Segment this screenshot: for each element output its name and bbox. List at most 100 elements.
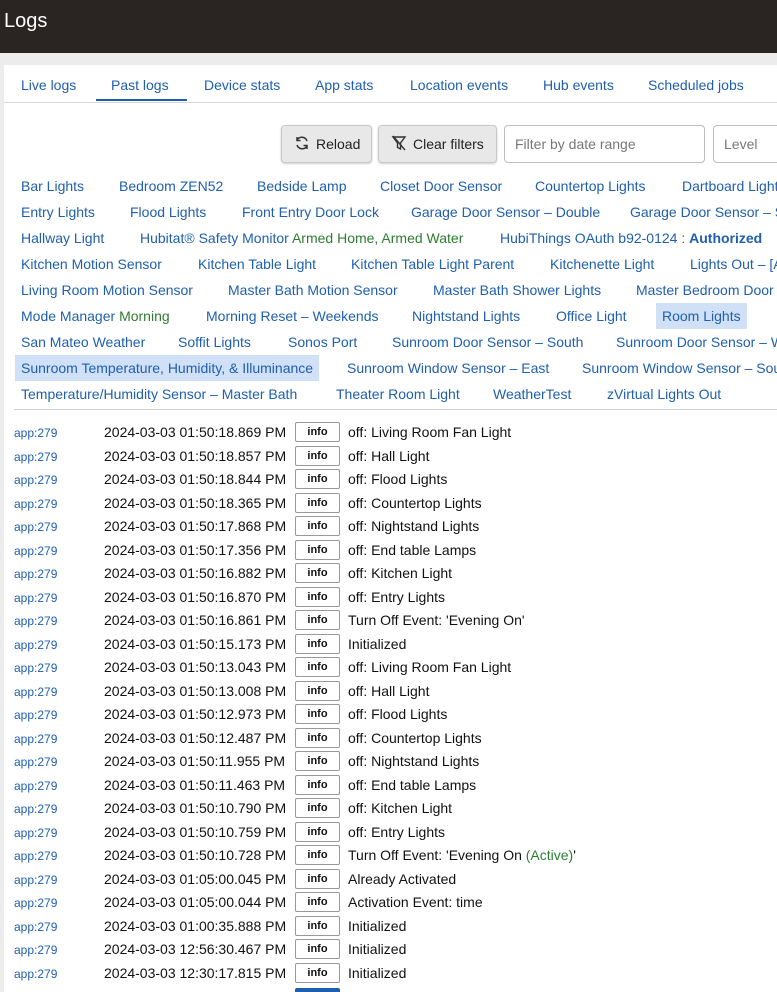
log-source-link[interactable]: app:279 — [14, 426, 57, 440]
log-source-link[interactable]: app:279 — [14, 497, 57, 511]
filter-item[interactable]: HubiThings OAuth b92-0124 : Authorized — [494, 225, 768, 251]
log-source-link[interactable]: app:279 — [14, 661, 57, 675]
filter-item-selected[interactable]: Sunroom Temperature, Humidity, & Illumin… — [15, 355, 320, 381]
filter-item[interactable]: Kitchen Motion Sensor — [15, 251, 168, 277]
log-source-link[interactable]: app:279 — [14, 685, 57, 699]
log-source-link[interactable]: app:279 — [14, 967, 57, 981]
filter-item[interactable]: Countertop Lights — [529, 173, 652, 199]
log-source-link[interactable]: app:279 — [14, 638, 57, 652]
filter-item[interactable]: Bedroom ZEN52 — [113, 173, 229, 199]
log-source-link[interactable]: app:279 — [14, 920, 57, 934]
filter-item[interactable]: Sunroom Window Sensor – Sou — [576, 355, 777, 381]
level-select-value: Level — [724, 136, 758, 152]
log-source-link[interactable]: app:279 — [14, 614, 57, 628]
filter-status: Armed Home, Armed Water — [291, 230, 464, 246]
log-source-link[interactable]: app:279 — [14, 520, 57, 534]
log-timestamp: 2024-03-03 12:56:30.467 PM — [104, 941, 287, 957]
clear-filters-button[interactable]: Clear filters — [378, 125, 497, 163]
tab-past-logs[interactable]: Past logs — [111, 77, 169, 93]
log-message: Initialized — [348, 964, 407, 981]
level-select[interactable]: Level — [713, 125, 777, 163]
log-source-link[interactable]: app:279 — [14, 544, 57, 558]
filter-item[interactable]: zVirtual Lights Out — [601, 381, 727, 407]
filter-item[interactable]: Sunroom Window Sensor – East — [341, 355, 555, 381]
filter-item[interactable]: Nightstand Lights — [406, 303, 526, 329]
log-row: app:279 2024-03-03 12:30:17.815 PM info Ini… — [4, 962, 777, 986]
log-source-link[interactable]: app:279 — [14, 802, 57, 816]
log-row: app:279 2024-03-03 01:50:17.356 PM info off… — [4, 539, 777, 563]
filter-item[interactable]: Dartboard Light — [676, 173, 777, 199]
filter-item[interactable]: San Mateo Weather — [15, 329, 151, 355]
log-source-link[interactable]: app:279 — [14, 779, 57, 793]
log-timestamp: 2024-03-03 01:50:13.043 PM — [104, 659, 287, 675]
filter-item[interactable]: Flood Lights — [124, 199, 212, 225]
log-timestamp: 2024-03-03 01:50:10.728 PM — [104, 847, 287, 863]
refresh-icon — [294, 135, 316, 154]
filter-item[interactable]: Lights Out – [A — [684, 251, 777, 277]
app-header: Logs — [0, 0, 777, 53]
filter-item[interactable]: Bar Lights — [15, 173, 90, 199]
log-source-link[interactable]: app:279 — [14, 849, 57, 863]
filter-item[interactable]: Master Bedroom Door — [630, 277, 777, 303]
log-level-badge: info — [295, 774, 340, 795]
log-source-link[interactable]: app:279 — [14, 943, 57, 957]
filter-item[interactable]: Soffit Lights — [172, 329, 257, 355]
filter-item[interactable]: Hallway Light — [15, 225, 110, 251]
filter-item[interactable]: Front Entry Door Lock — [236, 199, 385, 225]
log-level-badge: info — [295, 962, 340, 983]
filter-item[interactable]: Living Room Motion Sensor — [15, 277, 199, 303]
reload-button[interactable]: Reload — [281, 125, 372, 163]
log-timestamp: 2024-03-03 01:50:15.173 PM — [104, 635, 287, 652]
filter-item[interactable]: WeatherTest — [487, 381, 577, 407]
filter-item-selected[interactable]: Room Lights — [656, 303, 747, 329]
log-source-link[interactable]: app:279 — [14, 755, 57, 769]
log-row: app:279 2024-03-03 01:05:00.044 PM info Act… — [4, 891, 777, 915]
tab-location-events[interactable]: Location events — [410, 77, 508, 93]
filter-item[interactable]: Hubitat® Safety Monitor Armed Home, Arme… — [134, 225, 469, 251]
filter-item[interactable]: Sunroom Door Sensor – South — [386, 329, 589, 355]
filter-item[interactable]: Morning Reset – Weekends — [200, 303, 385, 329]
filter-item[interactable]: Closet Door Sensor — [374, 173, 508, 199]
filter-item[interactable]: Master Bath Motion Sensor — [222, 277, 404, 303]
log-timestamp: 2024-03-03 01:50:12.973 PM — [104, 706, 287, 722]
tab-scheduled-jobs[interactable]: Scheduled jobs — [648, 77, 744, 93]
filter-item[interactable]: Garage Door Sensor – S — [624, 199, 777, 225]
filter-item[interactable]: Mode Manager Morning — [15, 303, 176, 329]
tab-device-stats[interactable]: Device stats — [204, 77, 280, 93]
log-source-link[interactable]: app:279 — [14, 708, 57, 722]
filter-item[interactable]: Sonos Port — [282, 329, 363, 355]
filter-item[interactable]: Entry Lights — [15, 199, 101, 225]
log-source-link[interactable]: app:279 — [14, 591, 57, 605]
log-level-badge: info — [295, 892, 340, 912]
date-range-input[interactable]: Filter by date range — [504, 125, 705, 163]
filter-item[interactable]: Theater Room Light — [330, 381, 466, 407]
tab-live-logs[interactable]: Live logs — [21, 77, 76, 93]
log-message: Initialized — [348, 917, 407, 934]
log-source-link[interactable]: app:279 — [14, 896, 57, 910]
log-source-link[interactable]: app:279 — [14, 826, 57, 840]
tab-app-stats[interactable]: App stats — [315, 77, 373, 93]
log-source-link[interactable]: app:279 — [14, 873, 57, 887]
log-message: Initialized — [348, 635, 407, 652]
filter-item[interactable]: Temperature/Humidity Sensor – Master Bat… — [15, 381, 303, 407]
log-source-link[interactable]: app:279 — [14, 473, 57, 487]
filter-item[interactable]: Kitchenette Light — [544, 251, 660, 277]
next-row-peek — [295, 988, 340, 992]
tab-hub-events[interactable]: Hub events — [543, 77, 614, 93]
filter-item[interactable]: Sunroom Door Sensor – W — [610, 329, 777, 355]
log-level-badge: info — [295, 939, 340, 959]
filter-item[interactable]: Master Bath Shower Lights — [427, 277, 607, 303]
filter-item[interactable]: Kitchen Table Light Parent — [345, 251, 520, 277]
log-timestamp: 2024-03-03 01:50:16.861 PM — [104, 612, 287, 628]
filter-item[interactable]: Office Light — [550, 303, 633, 329]
filter-item[interactable]: Bedside Lamp — [251, 173, 353, 199]
log-source-link[interactable]: app:279 — [14, 450, 57, 464]
log-message: off: Countertop Lights — [348, 494, 482, 511]
filter-off-icon — [391, 135, 413, 154]
log-timestamp: 2024-03-03 01:05:00.045 PM — [104, 870, 287, 887]
filter-item[interactable]: Kitchen Table Light — [192, 251, 322, 277]
filter-item[interactable]: Garage Door Sensor – Double — [405, 199, 606, 225]
log-level-badge: info — [295, 798, 340, 818]
log-source-link[interactable]: app:279 — [14, 567, 57, 581]
log-source-link[interactable]: app:279 — [14, 732, 57, 746]
